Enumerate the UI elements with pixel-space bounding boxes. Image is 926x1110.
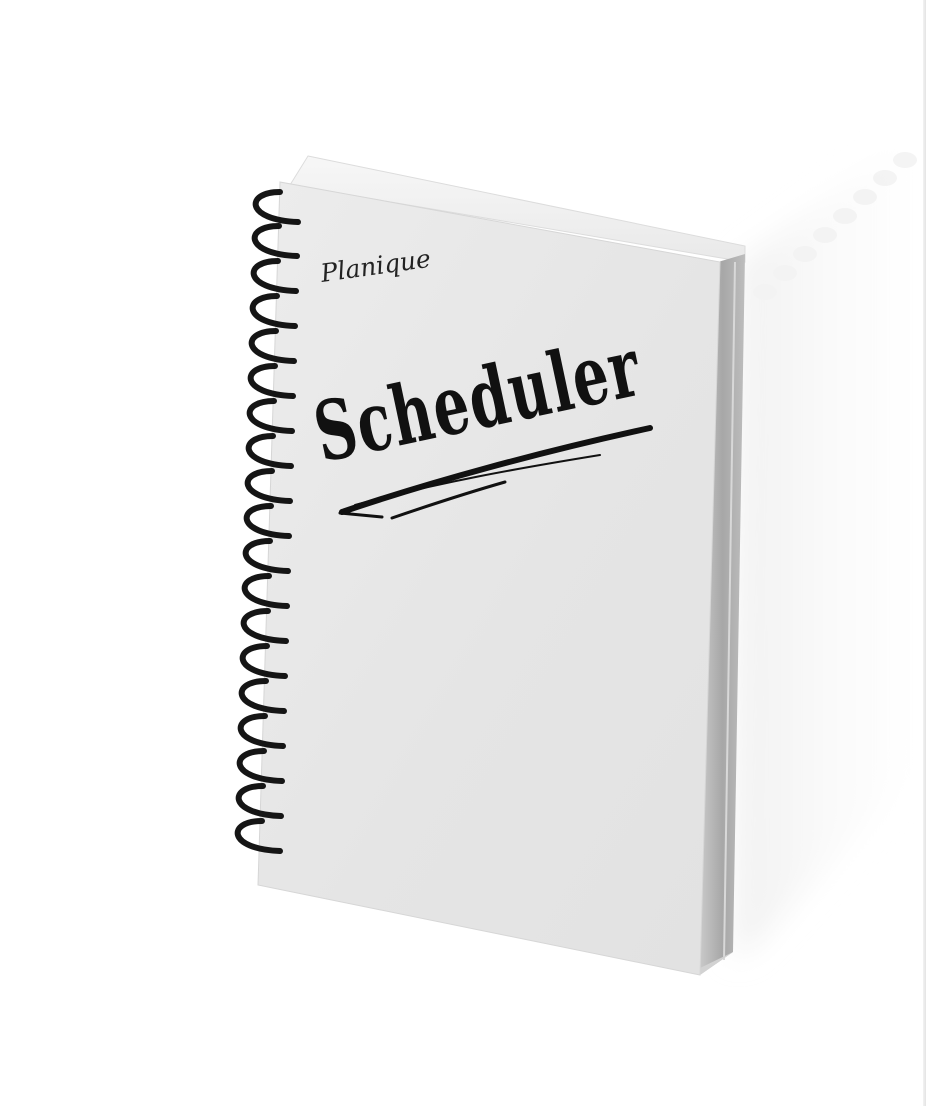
notebook-shadow (735, 140, 926, 960)
notebook-cover (257, 181, 721, 976)
notebook-illustration: Planique Scheduler (234, 140, 926, 976)
notebook-product-image: Planique Scheduler (0, 0, 926, 1106)
